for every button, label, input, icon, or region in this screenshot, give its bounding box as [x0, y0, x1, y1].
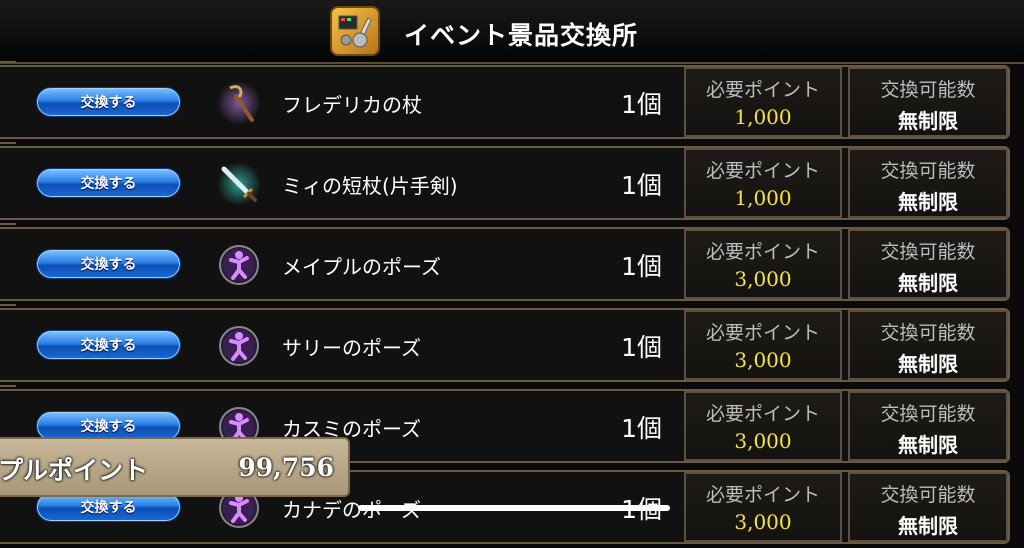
required-points-label: 必要ポイント	[705, 79, 820, 101]
required-points-value: 3,000	[734, 348, 792, 372]
exchange-limit-value: 無制限	[898, 514, 958, 538]
required-points-panel: 必要ポイント 1,000	[684, 67, 842, 137]
required-points-panel: 必要ポイント 3,000	[684, 310, 842, 380]
exchange-limit-panel: 交換可能数 無制限	[848, 391, 1008, 461]
staff-icon	[216, 80, 262, 126]
exchange-button[interactable]: 交換する	[36, 330, 181, 360]
required-points-label: 必要ポイント	[705, 403, 820, 425]
exchange-limit-label: 交換可能数	[880, 160, 976, 182]
event-points-value: 99,756	[238, 453, 334, 482]
exchange-limit-value: 無制限	[898, 190, 958, 214]
page-title: イベント景品交換所	[404, 21, 639, 50]
event-points-panel: プルポイント 99,756	[0, 437, 350, 497]
item-name: サリーのポーズ	[282, 336, 421, 360]
item-quantity: 1個	[621, 333, 662, 362]
exchange-limit-panel: 交換可能数 無制限	[848, 310, 1008, 380]
required-points-label: 必要ポイント	[705, 322, 820, 344]
item-name: メイプルのポーズ	[282, 255, 441, 279]
exchange-button[interactable]: 交換する	[36, 249, 181, 279]
exchange-button[interactable]: 交換する	[36, 168, 181, 198]
exchange-limit-panel: 交換可能数 無制限	[848, 229, 1008, 299]
required-points-value: 1,000	[734, 186, 792, 210]
required-points-label: 必要ポイント	[705, 160, 820, 182]
item-quantity: 1個	[621, 171, 662, 200]
home-indicator[interactable]	[358, 505, 670, 511]
exchange-row: 交換する サリーのポーズ 1個 必要ポイント 3,000 交換可能数 無制限	[0, 304, 1024, 386]
required-points-value: 3,000	[734, 510, 792, 534]
pose-icon	[216, 242, 262, 288]
required-points-panel: 必要ポイント 3,000	[684, 229, 842, 299]
exchange-limit-label: 交換可能数	[880, 79, 976, 101]
shop-icon	[330, 6, 380, 56]
exchange-button[interactable]: 交換する	[36, 87, 181, 117]
required-points-panel: 必要ポイント 3,000	[684, 472, 842, 542]
exchange-limit-panel: 交換可能数 無制限	[848, 148, 1008, 218]
item-quantity: 1個	[621, 414, 662, 443]
item-quantity: 1個	[621, 252, 662, 281]
required-points-panel: 必要ポイント 1,000	[684, 148, 842, 218]
item-quantity: 1個	[621, 90, 662, 119]
exchange-limit-label: 交換可能数	[880, 484, 976, 506]
header-bar: イベント景品交換所	[0, 0, 1024, 64]
required-points-value: 3,000	[734, 429, 792, 453]
required-points-label: 必要ポイント	[705, 241, 820, 263]
exchange-limit-value: 無制限	[898, 109, 958, 133]
item-name: フレデリカの杖	[282, 93, 422, 117]
exchange-limit-label: 交換可能数	[880, 322, 976, 344]
exchange-row: 交換する メイプルのポーズ 1個 必要ポイント 3,000 交換可能数 無制限	[0, 223, 1024, 305]
exchange-limit-value: 無制限	[898, 271, 958, 295]
event-points-label: プルポイント	[0, 456, 149, 485]
exchange-row: 交換する ミィの短杖(片手剣) 1個 必要ポイント 1,000 交換可能数 無制…	[0, 142, 1024, 224]
sword-icon	[216, 161, 262, 207]
item-name: ミィの短杖(片手剣)	[282, 174, 458, 198]
exchange-limit-panel: 交換可能数 無制限	[848, 67, 1008, 137]
required-points-value: 1,000	[734, 105, 792, 129]
exchange-limit-value: 無制限	[898, 352, 958, 376]
required-points-panel: 必要ポイント 3,000	[684, 391, 842, 461]
required-points-value: 3,000	[734, 267, 792, 291]
exchange-limit-value: 無制限	[898, 433, 958, 457]
exchange-limit-panel: 交換可能数 無制限	[848, 472, 1008, 542]
exchange-limit-label: 交換可能数	[880, 241, 976, 263]
pose-icon	[216, 323, 262, 369]
exchange-row: 交換する フレデリカの杖 1個 必要ポイント 1,000 交換可能数 無制限	[0, 61, 1024, 143]
required-points-label: 必要ポイント	[705, 484, 820, 506]
exchange-limit-label: 交換可能数	[880, 403, 976, 425]
